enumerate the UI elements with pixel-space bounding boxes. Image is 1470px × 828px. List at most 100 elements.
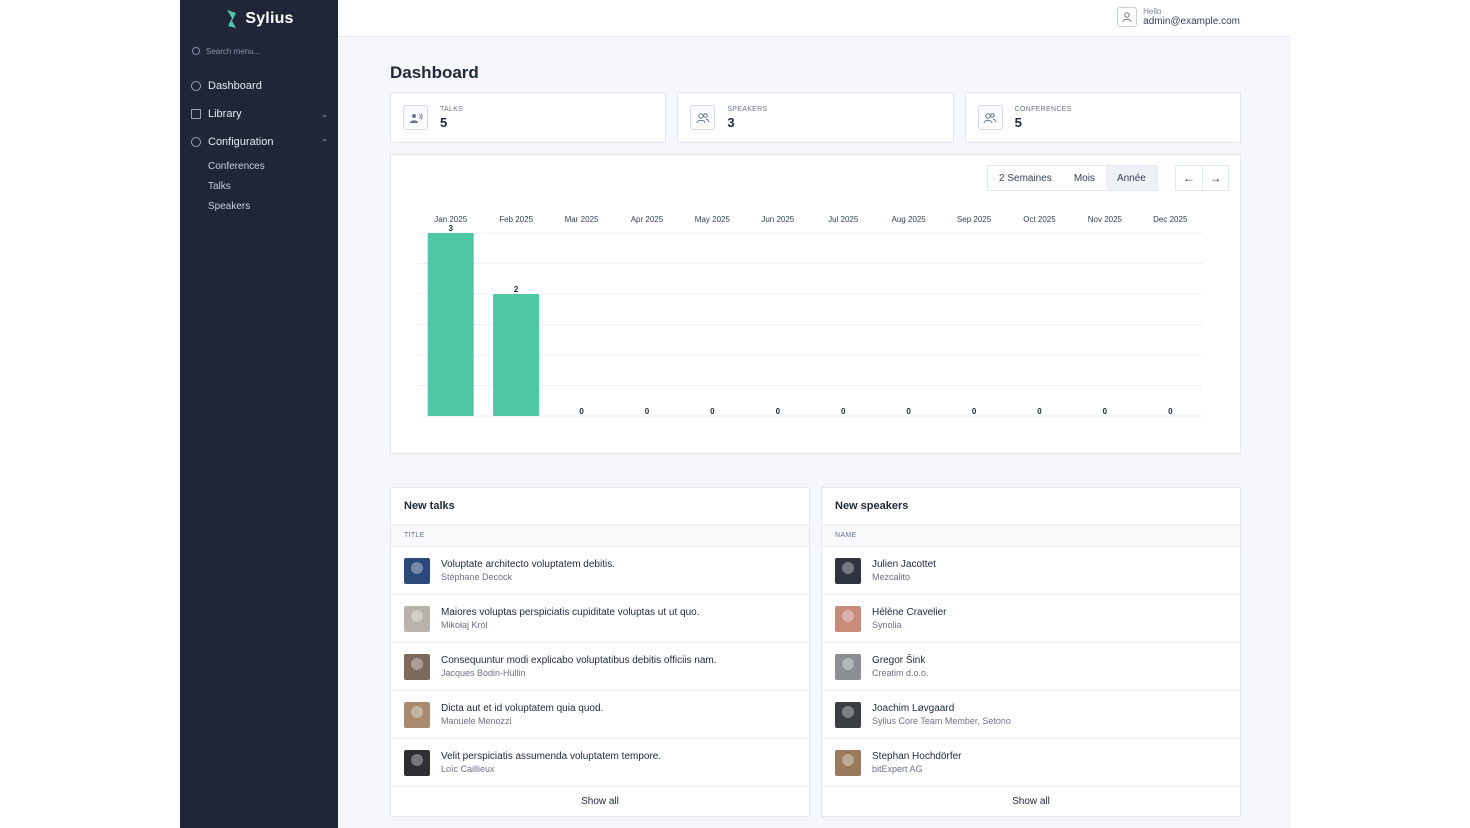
bar-chart: Jan 20253 Feb 2025 2 Mar 2025 0 Apr 2025 0 May … <box>418 215 1203 417</box>
show-all-speakers-button[interactable]: Show all <box>822 787 1240 816</box>
user-icon <box>1117 7 1138 27</box>
list-item[interactable]: Velit perspiciatis assumenda voluptatem … <box>391 739 809 787</box>
row-subtitle: Mezcalito <box>872 572 911 582</box>
sidebar-item-library[interactable]: Library ⌄ <box>180 100 338 128</box>
period-navigation: ← → <box>1175 165 1229 191</box>
period-month-button[interactable]: Mois <box>1063 166 1106 190</box>
row-subtitle: Manuele Menozzi <box>441 716 512 726</box>
topbar: Hello admin@example.com <box>338 0 1291 37</box>
stat-card-speakers: SPEAKERS 3 <box>677 92 954 143</box>
data-label: 0 <box>1037 407 1042 416</box>
sidebar-item-label: Dashboard <box>208 80 262 92</box>
list-item[interactable]: Hélène Cravelier Synolia <box>822 595 1240 643</box>
x-tick-label: Aug 2025 <box>891 215 926 224</box>
talk-icon <box>403 105 428 130</box>
sidebar-item-label: Configuration <box>208 136 274 148</box>
talks-list: Voluptate architecto voluptatem debitis.… <box>391 547 809 787</box>
stats-row: TALKS 5 SPEAKERS 3 CONFERENCES 5 <box>390 92 1241 143</box>
row-title: Stephan Hochdörfer <box>872 751 962 762</box>
list-item-text: Gregor Šink Creatim d.o.o. <box>872 655 929 678</box>
list-item[interactable]: Voluptate architecto voluptatem debitis.… <box>391 547 809 595</box>
data-label: 0 <box>841 407 846 416</box>
user-menu[interactable]: Hello admin@example.com <box>1117 7 1240 27</box>
arrow-right-icon[interactable]: → <box>1202 166 1228 190</box>
new-talks-card: New talks TITLE Voluptate architecto vol… <box>390 487 810 817</box>
recent-lists: New talks TITLE Voluptate architecto vol… <box>390 487 1241 817</box>
search-placeholder: Search menu... <box>206 46 261 56</box>
show-all-talks-button[interactable]: Show all <box>391 787 809 816</box>
stat-value: 5 <box>1014 114 1022 130</box>
list-item[interactable]: Joachim Løvgaard Sylius Core Team Member,… <box>822 691 1240 739</box>
row-title: Voluptate architecto voluptatem debitis. <box>441 559 615 570</box>
bar <box>493 294 540 416</box>
list-item[interactable]: Gregor Šink Creatim d.o.o. <box>822 643 1240 691</box>
sidebar-subitem-talks[interactable]: Talks <box>180 176 338 196</box>
sidebar: Sylius Search menu... Dashboard Library … <box>180 0 338 828</box>
sidebar-subitem-conferences[interactable]: Conferences <box>180 156 338 176</box>
list-item[interactable]: Maiores voluptas perspiciatis cupiditate… <box>391 595 809 643</box>
speakers-list: Julien Jacottet Mezcalito Hélène Cravelier… <box>822 547 1240 787</box>
logo[interactable]: Sylius <box>180 0 338 38</box>
list-item[interactable]: Stephan Hochdörfer bitExpert AG <box>822 739 1240 787</box>
arrow-left-icon[interactable]: ← <box>1176 166 1202 190</box>
stat-value: 5 <box>440 114 448 130</box>
list-item-text: Dicta aut et id voluptatem quia quod. Man… <box>441 703 603 726</box>
users-icon <box>977 105 1003 130</box>
stat-card-talks: TALKS 5 <box>390 92 667 143</box>
list-item-text: Voluptate architecto voluptatem debitis.… <box>441 559 615 582</box>
x-tick-label: May 2025 <box>695 215 731 224</box>
x-tick-label: Dec 2025 <box>1153 215 1188 224</box>
list-item[interactable]: Julien Jacottet Mezcalito <box>822 547 1240 595</box>
book-icon <box>191 109 201 119</box>
card-title: New speakers <box>822 488 1240 525</box>
row-subtitle: Stéphane Decock <box>441 572 513 582</box>
row-title: Joachim Løvgaard <box>872 703 955 714</box>
list-item[interactable]: Dicta aut et id voluptatem quia quod. Man… <box>391 691 809 739</box>
app-root: Sylius Search menu... Dashboard Library … <box>180 0 1291 828</box>
x-tick-label: Jan 2025 <box>434 215 467 224</box>
new-speakers-card: New speakers NAME Julien Jacottet Mezcali… <box>821 487 1241 817</box>
column-header: NAME <box>822 525 1240 547</box>
data-label: 0 <box>1168 407 1173 416</box>
chevron-up-icon: ⌃ <box>321 137 328 147</box>
bar <box>427 233 474 416</box>
data-label: 0 <box>645 407 650 416</box>
stat-label: SPEAKERS <box>727 105 768 113</box>
data-label: 0 <box>710 407 715 416</box>
x-tick-label: Sep 2025 <box>957 215 992 224</box>
gear-icon <box>191 137 201 147</box>
row-title: Gregor Šink <box>872 655 926 666</box>
stat-label: CONFERENCES <box>1014 105 1072 113</box>
x-tick-label: Feb 2025 <box>499 215 533 224</box>
period-year-button[interactable]: Année <box>1105 166 1157 190</box>
user-greeting: Hello <box>1143 7 1162 16</box>
sidebar-item-label: Library <box>208 108 242 120</box>
sidebar-item-configuration[interactable]: Configuration ⌃ <box>180 128 338 156</box>
avatar <box>835 557 861 584</box>
menu-search[interactable]: Search menu... <box>192 42 326 60</box>
stat-card-conferences: CONFERENCES 5 <box>964 92 1241 143</box>
avatar <box>835 749 861 776</box>
sylius-logo-icon <box>227 10 237 28</box>
row-subtitle: Mikołaj Król <box>441 620 488 630</box>
avatar <box>835 653 861 680</box>
list-item[interactable]: Consequuntur modi explicabo voluptatibus… <box>391 643 809 691</box>
user-info: Hello admin@example.com <box>1143 7 1240 27</box>
row-title: Consequuntur modi explicabo voluptatibus… <box>441 655 717 666</box>
row-subtitle: Creatim d.o.o. <box>872 668 929 678</box>
row-title: Velit perspiciatis assumenda voluptatem … <box>441 751 662 762</box>
row-title: Julien Jacottet <box>872 559 936 570</box>
users-icon <box>690 105 716 130</box>
stat-value: 3 <box>727 114 735 130</box>
sidebar-item-dashboard[interactable]: Dashboard <box>180 72 338 100</box>
list-item-text: Maiores voluptas perspiciatis cupiditate… <box>441 607 699 630</box>
x-tick-label: Jun 2025 <box>761 215 794 224</box>
row-title: Maiores voluptas perspiciatis cupiditate… <box>441 607 700 618</box>
list-item-text: Joachim Løvgaard Sylius Core Team Member,… <box>872 703 1011 726</box>
card-title: New talks <box>391 488 809 525</box>
period-2-weeks-button[interactable]: 2 Semaines <box>988 166 1063 190</box>
data-label: 2 <box>514 285 519 294</box>
avatar <box>404 749 430 776</box>
user-email: admin@example.com <box>1143 16 1240 27</box>
sidebar-subitem-speakers[interactable]: Speakers <box>180 196 338 216</box>
